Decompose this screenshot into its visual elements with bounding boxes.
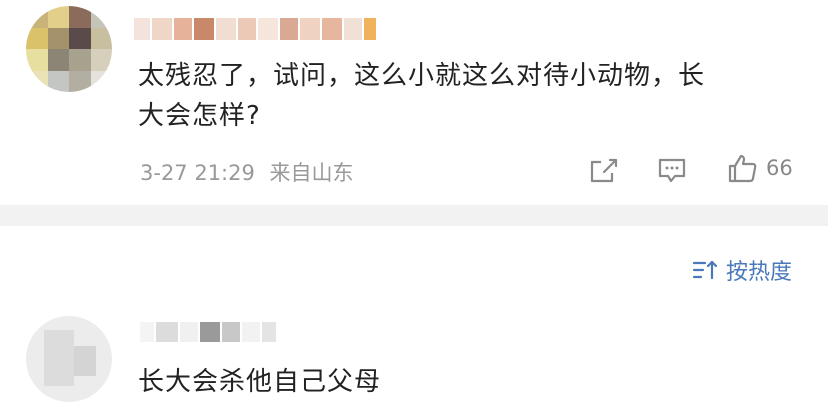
comment-text: 太残忍了，试问，这么小就这么对待小动物，长 大会怎样?	[138, 61, 706, 131]
sort-icon	[692, 260, 718, 280]
comment-text: 长大会杀他自己父母	[138, 367, 382, 397]
avatar[interactable]	[26, 6, 112, 92]
like-button[interactable]: 66	[726, 152, 793, 184]
section-divider	[0, 205, 828, 226]
sort-button[interactable]: 按热度	[692, 254, 792, 286]
share-icon[interactable]	[588, 156, 618, 184]
comment-meta: 3-27 21:29 来自山东	[140, 157, 354, 187]
timestamp: 3-27 21:29	[140, 161, 255, 185]
comment-icon[interactable]	[657, 156, 687, 184]
avatar[interactable]	[26, 316, 112, 402]
location: 来自山东	[269, 161, 354, 185]
like-icon	[728, 154, 757, 183]
sort-label: 按热度	[726, 260, 793, 285]
username-blurred[interactable]	[140, 322, 276, 342]
like-count: 66	[766, 156, 793, 180]
username-blurred[interactable]	[134, 18, 376, 40]
